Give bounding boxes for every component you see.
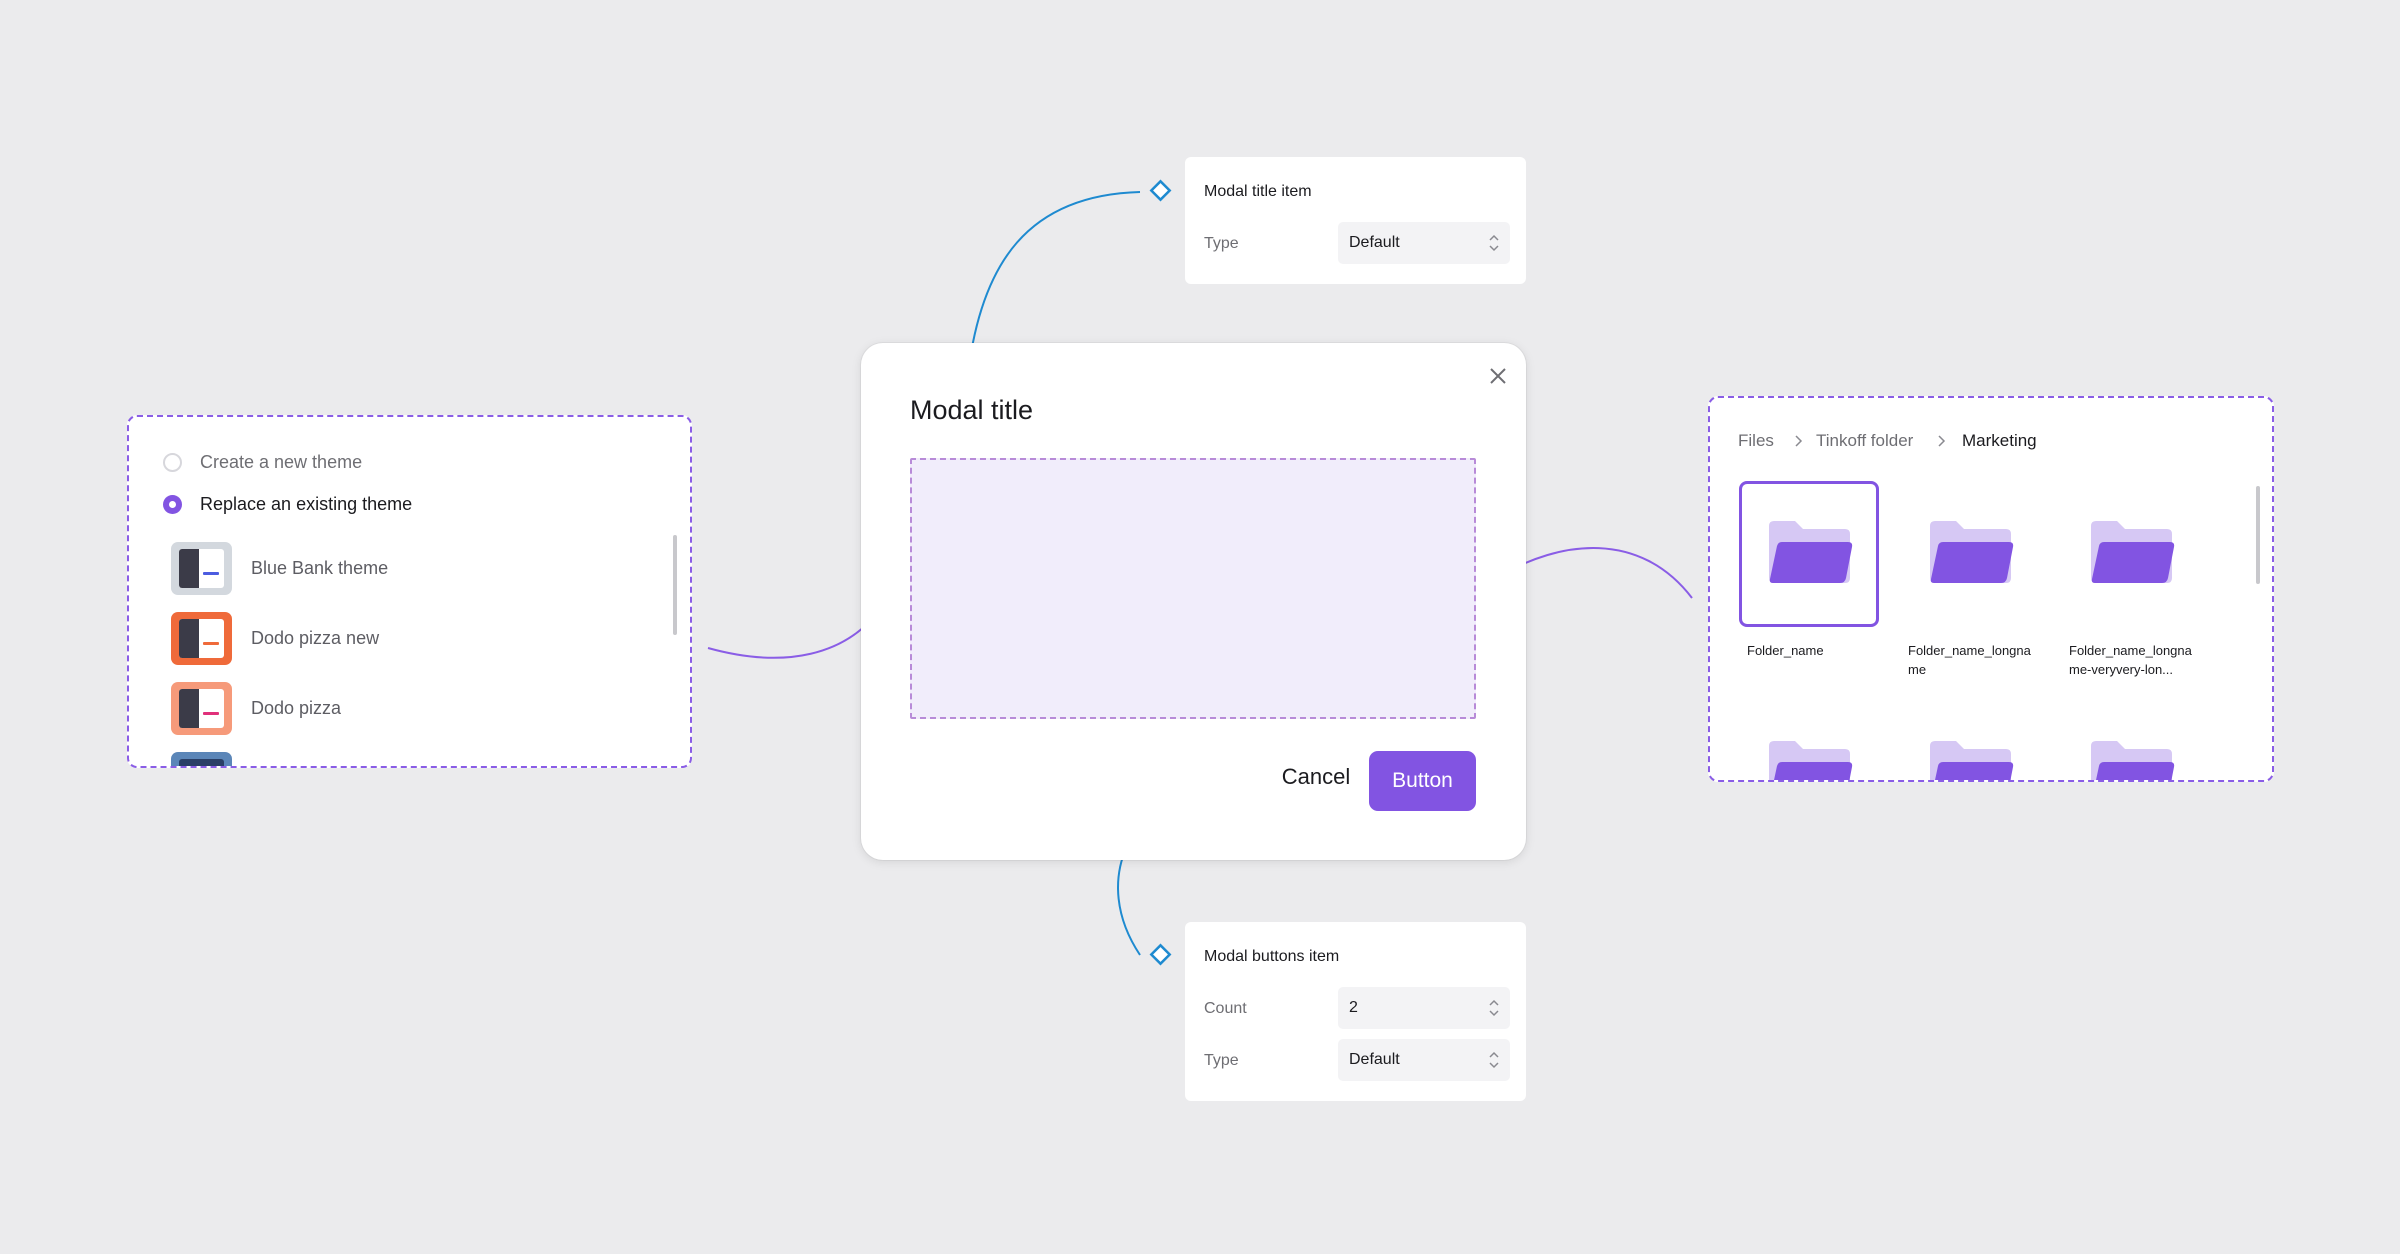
count-stepper[interactable]: 2 xyxy=(1338,987,1510,1029)
folder-name: Folder_name_longname-veryvery-lon... xyxy=(2069,643,2192,677)
theme-item-partial[interactable] xyxy=(171,751,232,766)
props-heading: Modal title item xyxy=(1204,183,1312,200)
cancel-button[interactable]: Cancel xyxy=(1254,750,1378,804)
theme-name: Dodo pizza new xyxy=(251,627,380,648)
theme-item-dodo-pizza[interactable]: Dodo pizza xyxy=(171,681,341,735)
close-icon[interactable] xyxy=(1485,363,1511,389)
breadcrumb-files[interactable]: Files xyxy=(1738,431,1774,451)
modal-title-props-panel: Modal title item Type Default xyxy=(1185,157,1526,284)
folder-icon[interactable] xyxy=(2089,740,2175,782)
primary-button[interactable]: Button xyxy=(1369,751,1476,811)
radio-unchecked-icon xyxy=(163,452,182,472)
theme-selector-panel: Create a new theme Replace an existing t… xyxy=(127,415,692,768)
props-label-count: Count xyxy=(1204,1000,1247,1017)
folder-icon[interactable] xyxy=(2089,520,2175,584)
radio-label: Replace an existing theme xyxy=(200,493,413,514)
diamond-title xyxy=(1149,179,1172,202)
type-select[interactable]: Default xyxy=(1338,1039,1510,1081)
diamond-buttons xyxy=(1149,943,1172,966)
folder-icon[interactable] xyxy=(1928,740,2014,782)
scrollbar[interactable] xyxy=(673,535,677,635)
props-label-type: Type xyxy=(1204,1052,1239,1069)
count-stepper-value: 2 xyxy=(1349,999,1358,1016)
chevron-right-icon xyxy=(1795,435,1803,447)
theme-name: Blue Bank theme xyxy=(251,557,389,578)
modal-title: Modal title xyxy=(910,395,1034,425)
theme-item-dodo-pizza-new[interactable]: Dodo pizza new xyxy=(171,611,379,665)
radio-checked-icon xyxy=(163,494,182,514)
folder-icon xyxy=(1769,521,1853,583)
connector-files xyxy=(1497,547,1693,599)
type-select[interactable]: Default xyxy=(1338,222,1510,264)
theme-thumbnail xyxy=(171,611,232,665)
breadcrumb-tinkoff-folder[interactable]: Tinkoff folder xyxy=(1816,431,1913,451)
scrollbar[interactable] xyxy=(2256,486,2260,584)
radio-replace-theme[interactable]: Replace an existing theme xyxy=(163,491,412,517)
folder-name: Folder_name xyxy=(1747,643,1824,658)
chevron-updown-icon xyxy=(1489,1051,1499,1069)
theme-item-blue-bank[interactable]: Blue Bank theme xyxy=(171,541,388,595)
theme-name: Dodo pizza xyxy=(251,697,342,718)
folder-icon[interactable] xyxy=(1928,520,2014,584)
radio-label: Create a new theme xyxy=(200,451,363,472)
modal-content-slot xyxy=(910,458,1476,719)
radio-create-theme[interactable]: Create a new theme xyxy=(163,449,362,475)
theme-thumbnail xyxy=(171,751,232,766)
modal-dialog: Modal title Cancel Button xyxy=(861,343,1526,860)
modal-buttons-props-panel: Modal buttons item Count 2 Type Default xyxy=(1185,922,1526,1101)
theme-thumbnail xyxy=(171,681,232,735)
props-heading: Modal buttons item xyxy=(1204,948,1340,965)
theme-thumbnail xyxy=(171,541,232,595)
chevron-updown-icon xyxy=(1489,999,1499,1017)
chevron-updown-icon xyxy=(1489,234,1499,252)
chevron-right-icon xyxy=(1938,435,1946,447)
folder-icon[interactable] xyxy=(1767,740,1853,782)
type-select-value: Default xyxy=(1349,234,1400,251)
file-browser-panel: Files Tinkoff folder Marketing Folder_na… xyxy=(1708,396,2274,782)
folder-name: Folder_name_longname xyxy=(1908,643,2031,677)
breadcrumb-marketing[interactable]: Marketing xyxy=(1962,431,2037,451)
props-label-type: Type xyxy=(1204,235,1239,252)
type-select-value: Default xyxy=(1349,1051,1400,1068)
